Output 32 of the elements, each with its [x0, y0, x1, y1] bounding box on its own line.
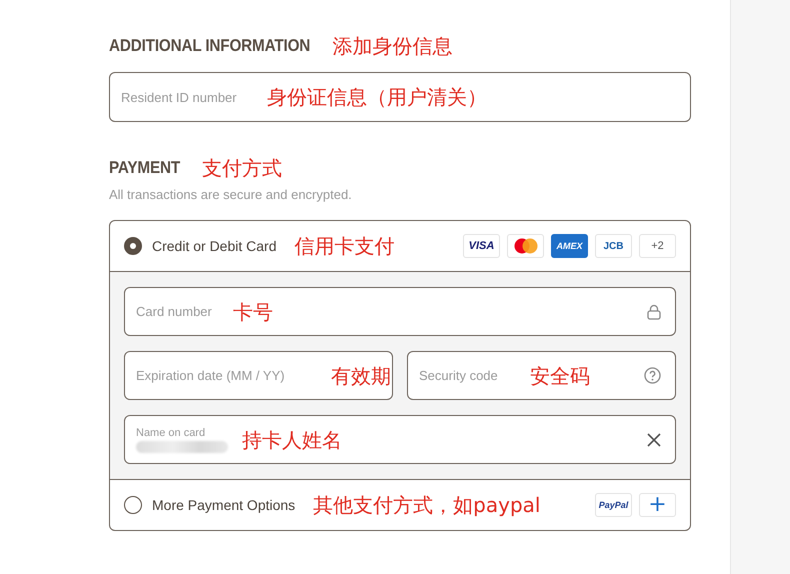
- add-button[interactable]: +: [639, 493, 676, 517]
- annotation: 支付方式: [202, 156, 282, 180]
- secure-note: All transactions are secure and encrypted.: [109, 186, 353, 204]
- section-heading: ADDITIONAL INFORMATION: [109, 36, 310, 56]
- annotation: 其他支付方式，如paypal: [313, 493, 540, 517]
- input-field[interactable]: Expiration date (MM / YY): [136, 368, 317, 383]
- clear-icon[interactable]: [647, 432, 661, 446]
- annotation: 信用卡支付: [294, 234, 394, 258]
- section-heading: PAYMENT: [109, 158, 180, 178]
- card-logo: [507, 234, 544, 258]
- radio-button[interactable]: [124, 496, 142, 514]
- annotation: 卡号: [233, 300, 273, 324]
- payment-logo: PayPal: [595, 493, 632, 517]
- option-label[interactable]: Credit or Debit Card: [152, 238, 276, 254]
- option-label[interactable]: More Payment Options: [152, 497, 296, 513]
- annotation: 添加身份信息: [332, 34, 453, 58]
- annotation: 身份证信息（用户清关）: [267, 85, 487, 109]
- radio-button[interactable]: [124, 237, 142, 255]
- card-logo: JCB: [595, 234, 632, 258]
- annotation: 持卡人姓名: [242, 428, 342, 452]
- help-icon: [644, 367, 661, 384]
- field-label: Name on card: [136, 426, 206, 440]
- annotation: 有效期: [331, 364, 391, 388]
- input-field[interactable]: Security code: [419, 368, 516, 383]
- more-count: +2: [639, 234, 676, 258]
- input-field[interactable]: Resident ID number: [121, 90, 253, 104]
- annotation: 安全码: [530, 364, 590, 388]
- card-logo: AMEX: [551, 234, 588, 258]
- input-field[interactable]: Card number: [136, 304, 219, 319]
- lock-icon: [647, 304, 661, 320]
- input-field[interactable]: Name on card 持卡人姓名: [124, 415, 676, 464]
- card-logo: VISA: [463, 234, 500, 258]
